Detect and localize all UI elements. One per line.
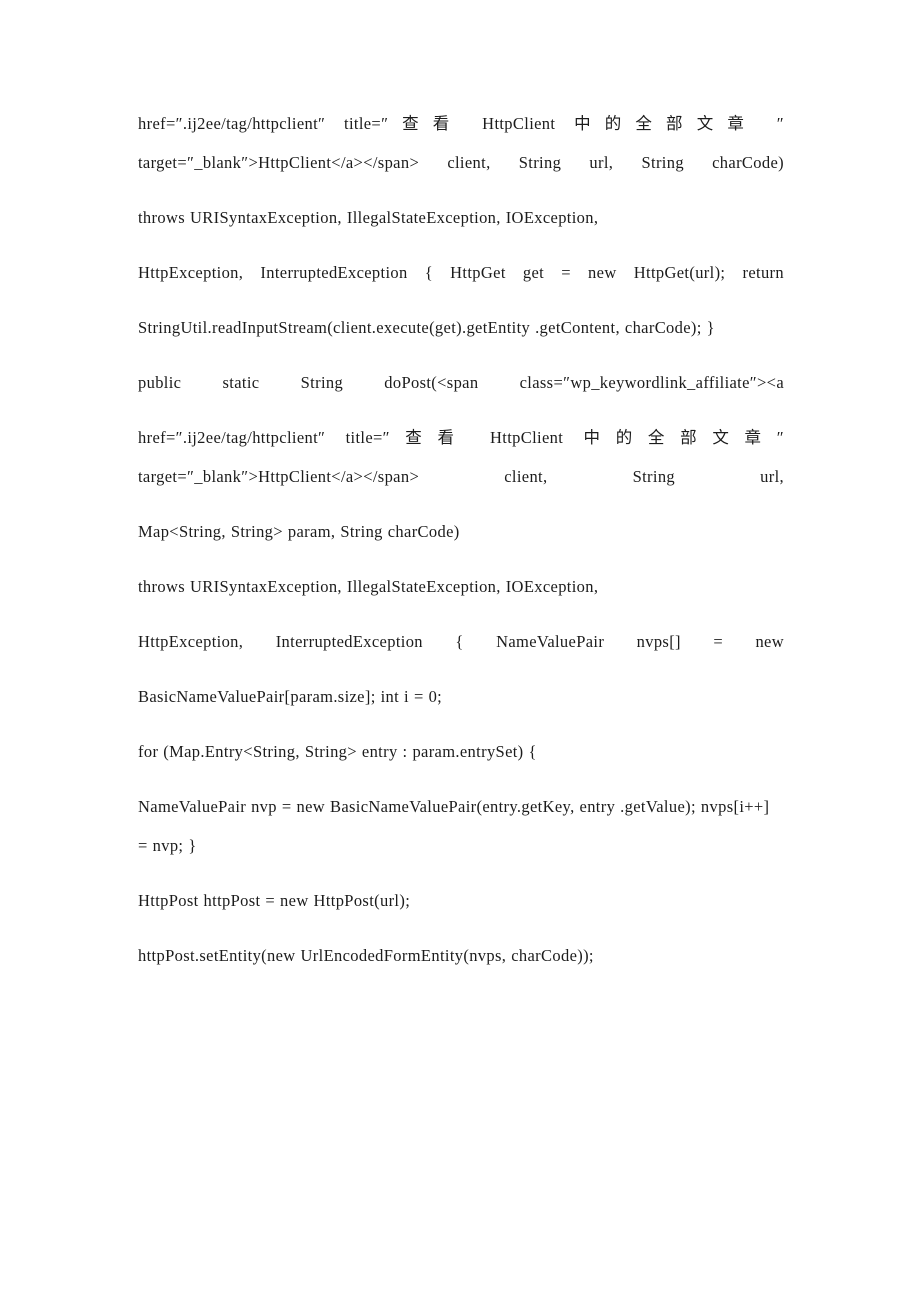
code-paragraph: httpPost.setEntity(new UrlEncodedFormEnt… bbox=[138, 946, 594, 965]
code-paragraph: BasicNameValuePair[param.size]; int i = … bbox=[138, 687, 443, 706]
document-text-body: href=″.ij2ee/tag/httpclient″ title=″查看 H… bbox=[138, 104, 784, 975]
code-paragraph: Map<String, String> param, String charCo… bbox=[138, 522, 460, 541]
code-paragraph: HttpPost httpPost = new HttpPost(url); bbox=[138, 891, 411, 910]
code-paragraph: StringUtil.readInputStream(client.execut… bbox=[138, 318, 715, 337]
code-paragraph: public static String doPost(<span class=… bbox=[138, 373, 784, 392]
code-paragraph: href=″.ij2ee/tag/httpclient″ title=″查看 H… bbox=[138, 428, 784, 486]
code-paragraph: HttpException, InterruptedException { Na… bbox=[138, 632, 784, 651]
code-paragraph: NameValuePair nvp = new BasicNameValuePa… bbox=[138, 797, 770, 855]
code-paragraph: HttpException, InterruptedException { Ht… bbox=[138, 263, 784, 282]
code-paragraph: href=″.ij2ee/tag/httpclient″ title=″查看 H… bbox=[138, 114, 784, 172]
code-paragraph: throws URISyntaxException, IllegalStateE… bbox=[138, 208, 599, 227]
code-paragraph: throws URISyntaxException, IllegalStateE… bbox=[138, 577, 599, 596]
document-page: href=″.ij2ee/tag/httpclient″ title=″查看 H… bbox=[0, 0, 920, 1302]
code-paragraph: for (Map.Entry<String, String> entry : p… bbox=[138, 742, 537, 761]
